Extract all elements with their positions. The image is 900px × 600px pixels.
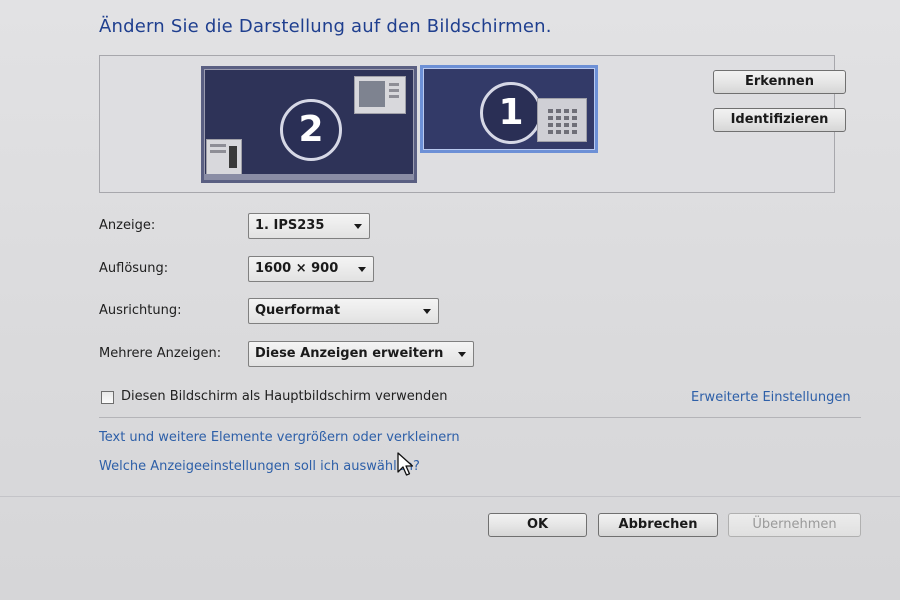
mehrere-anzeigen-dropdown[interactable]: Diese Anzeigen erweitern xyxy=(248,341,474,367)
uebernehmen-button: Übernehmen xyxy=(728,513,861,537)
mehrere-anzeigen-label: Mehrere Anzeigen: xyxy=(99,346,222,361)
calculator-thumbnail xyxy=(537,98,587,142)
page-title: Ändern Sie die Darstellung auf den Bilds… xyxy=(99,16,552,37)
monitor-number-2: 2 xyxy=(280,99,342,161)
dropdown-arrow-icon xyxy=(354,224,362,229)
monitor-2[interactable]: 2 xyxy=(201,66,417,183)
text-groesse-link[interactable]: Text und weitere Elemente vergrößern ode… xyxy=(99,430,460,445)
anzeigeeinstellungen-hilfe-link[interactable]: Welche Anzeigeeinstellungen soll ich aus… xyxy=(99,459,420,474)
ausrichtung-value: Querformat xyxy=(255,303,341,318)
ok-button[interactable]: OK xyxy=(488,513,587,537)
mouse-pointer-icon xyxy=(397,452,414,476)
mehrere-anzeigen-value: Diese Anzeigen erweitern xyxy=(255,346,444,361)
ausrichtung-dropdown[interactable]: Querformat xyxy=(248,298,439,324)
window-thumbnail xyxy=(206,139,242,175)
dropdown-arrow-icon xyxy=(458,352,466,357)
ausrichtung-label: Ausrichtung: xyxy=(99,303,182,318)
anzeige-dropdown[interactable]: 1. IPS235 xyxy=(248,213,370,239)
window-thumbnail xyxy=(354,76,406,114)
divider xyxy=(99,417,861,418)
aufloesung-value: 1600 × 900 xyxy=(255,261,339,276)
dropdown-arrow-icon xyxy=(358,267,366,272)
identifizieren-button[interactable]: Identifizieren xyxy=(713,108,846,132)
hauptbildschirm-checkbox[interactable] xyxy=(101,391,114,404)
erweiterte-einstellungen-link[interactable]: Erweiterte Einstellungen xyxy=(691,390,851,405)
taskbar xyxy=(204,174,414,180)
footer-divider xyxy=(0,496,900,497)
anzeige-label: Anzeige: xyxy=(99,218,156,233)
anzeige-value: 1. IPS235 xyxy=(255,218,325,233)
erkennen-button[interactable]: Erkennen xyxy=(713,70,846,94)
aufloesung-dropdown[interactable]: 1600 × 900 xyxy=(248,256,374,282)
aufloesung-label: Auflösung: xyxy=(99,261,169,276)
hauptbildschirm-checkbox-label: Diesen Bildschirm als Hauptbildschirm ve… xyxy=(121,389,448,404)
dropdown-arrow-icon xyxy=(423,309,431,314)
abbrechen-button[interactable]: Abbrechen xyxy=(598,513,718,537)
keypad-icon xyxy=(538,99,586,141)
monitor-number-1: 1 xyxy=(480,82,542,144)
monitor-1[interactable]: 1 xyxy=(420,65,598,153)
